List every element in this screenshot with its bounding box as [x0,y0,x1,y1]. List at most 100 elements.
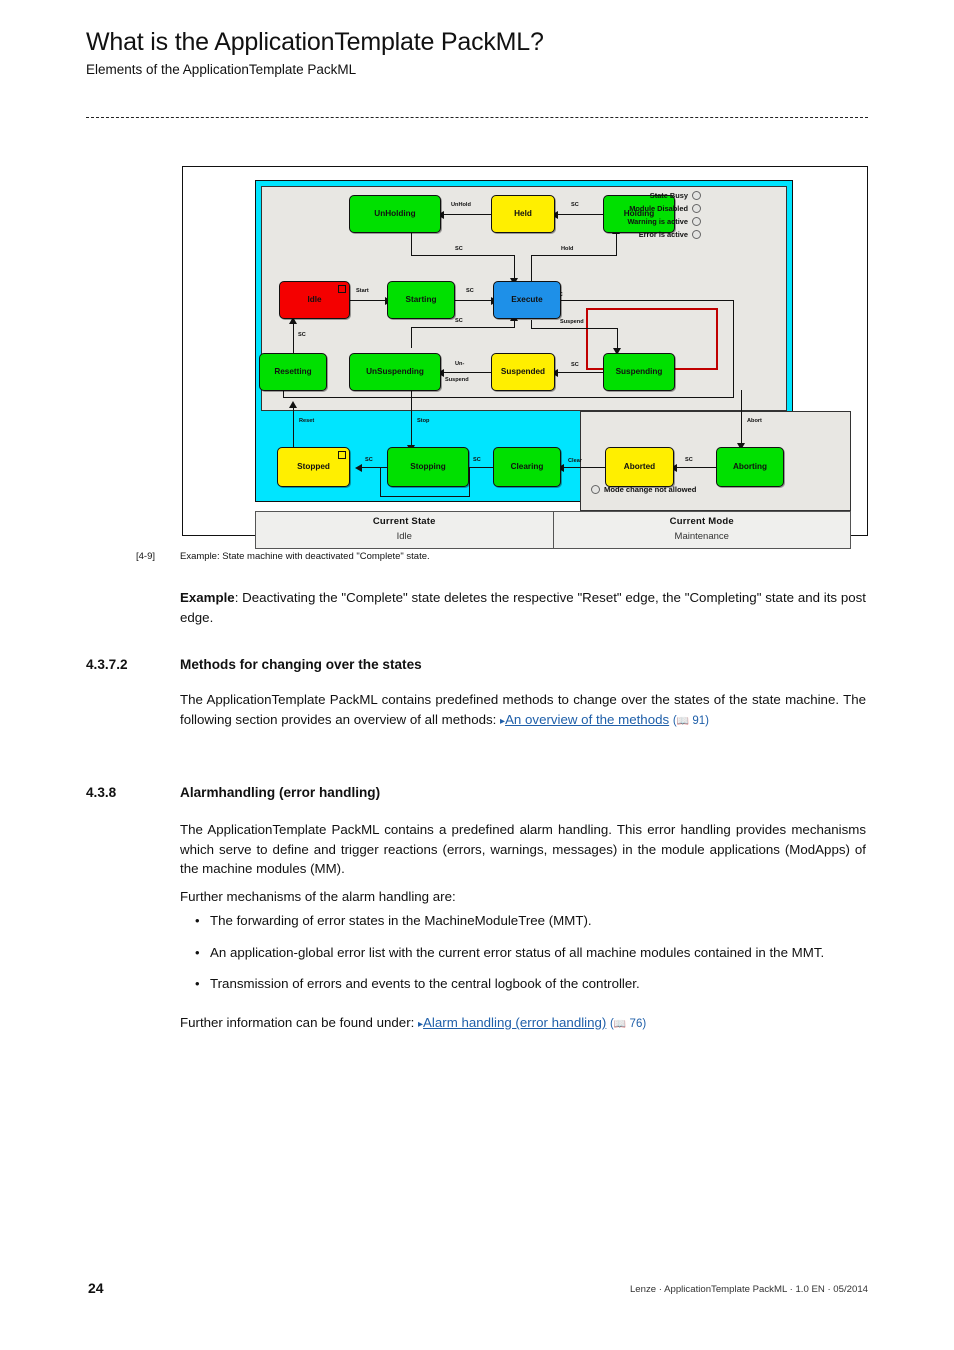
list-item: Transmission of errors and events to the… [192,974,866,994]
edge-unsuspending-execute-v1 [411,327,413,348]
edge-aborting-aborted [674,467,716,469]
edge-label-sc-resetting-idle: SC [298,332,306,338]
edge-execute-right-h [531,300,734,302]
header-divider [86,117,868,118]
page-ref-methods-number: 91 [692,714,706,727]
edge-label-un: Un- [455,361,465,367]
edge-stopping-stopped [359,467,387,469]
edge-unholding-execute-v1 [411,233,413,255]
state-label-idle: Idle [307,294,322,304]
section-number-alarm: 4.3.8 [86,785,117,800]
status-lamp-list: State Busy Module Disabled Warning is ac… [581,189,701,241]
state-box-clearing[interactable]: Clearing [493,447,561,487]
status-value-current-mode: Maintenance [674,530,729,542]
state-label-resetting: Resetting [274,366,312,376]
edge-aborted-clearing [561,467,605,469]
edge-label-unhold: UnHold [451,202,471,208]
link-overview-of-methods[interactable]: An overview of the methods [505,712,669,727]
state-label-unholding: UnHolding [374,208,416,218]
page-ref-alarm: (📖 76) [610,1018,647,1030]
state-label-held: Held [514,208,532,218]
mode-change-label: Mode change not allowed [604,485,697,494]
state-box-execute[interactable]: Execute [493,281,561,319]
section-title-alarm: Alarmhandling (error handling) [180,785,381,800]
edge-execute-return-v [283,390,285,398]
figure-caption-text: Example: State machine with deactivated … [180,551,430,562]
status-lamp-row: Error is active [581,228,701,241]
footer-page-number: 24 [88,1280,104,1296]
edge-label-sc-aborting-aborted: SC [685,457,693,463]
state-box-suspending[interactable]: Suspending [603,353,675,391]
edge-unholding-execute-h [411,255,515,257]
edge-label-sc-starting-execute: SC [466,288,474,294]
status-lamp-row: Module Disabled [581,202,701,215]
edge-abort-v [741,390,743,445]
edge-stopped-resetting [293,407,295,451]
state-box-stopped[interactable]: Stopped [277,447,350,487]
state-marker-stopped [338,451,346,459]
alarm-paragraph-3: Further information can be found under: … [180,1013,866,1035]
edge-label-suspend2: Suspend [445,377,469,383]
edge-starting-execute [455,300,493,302]
status-head-current-mode: Current Mode [669,516,734,528]
lamp-indicator-warning-active [692,217,701,226]
state-box-unholding[interactable]: UnHolding [349,195,441,233]
lamp-indicator-error-active [692,230,701,239]
example-paragraph: Example: Deactivating the "Complete" sta… [180,588,866,627]
state-box-aborting[interactable]: Aborting [716,447,784,487]
state-label-suspended: Suspended [500,366,546,376]
state-box-stopping[interactable]: Stopping [387,447,469,487]
edge-label-start: Start [356,288,369,294]
state-box-starting[interactable]: Starting [387,281,455,319]
edge-label-clear: Clear [568,458,582,464]
document-page: What is the ApplicationTemplate PackML? … [0,0,954,1350]
state-box-held[interactable]: Held [491,195,555,233]
page-subtitle: Elements of the ApplicationTemplate Pack… [86,62,357,77]
edge-execute-right-v [733,300,735,398]
state-box-idle[interactable]: Idle [279,281,350,319]
edge-clearing-loop-v1 [469,467,471,497]
edge-unsuspending-execute-h [411,327,515,329]
status-cell-current-mode: Current Mode Maintenance [552,512,851,548]
state-label-suspending: Suspending [615,366,663,376]
state-box-aborted[interactable]: Aborted [605,447,674,487]
edge-unholding-execute-v2 [514,255,516,280]
figure-caption-number: [4-9] [136,551,156,562]
state-box-suspended[interactable]: Suspended [491,353,555,391]
page-ref-methods: (📖 91) [672,714,709,727]
state-machine-figure: UnHold SC SC Hold Start SC SC SC Suspend… [182,166,868,549]
state-box-resetting[interactable]: Resetting [259,353,327,391]
edge-label-suspend: Suspend [560,319,584,325]
edge-held-unholding [441,214,491,216]
state-marker-idle [338,285,346,293]
state-label-unsuspending: UnSuspending [366,366,424,376]
edge-clearing-loop-top [469,467,493,469]
edge-idle-starting [350,300,387,302]
edge-label-reset: Reset [299,418,315,424]
state-label-aborted: Aborted [623,461,656,471]
edge-label-abort: Abort [747,418,762,424]
alarm-paragraph-2: Further mechanisms of the alarm handling… [180,889,456,904]
state-label-stopped: Stopped [297,461,330,471]
page-title: What is the ApplicationTemplate PackML? [86,28,544,56]
list-item: The forwarding of error states in the Ma… [192,911,866,931]
state-label-clearing: Clearing [510,461,544,471]
arrow-stopping-stopped [355,463,362,472]
status-head-current-state: Current State [372,516,436,528]
edge-label-sc-suspending-suspended: SC [571,362,579,368]
lamp-label-warning-active: Warning is active [627,217,688,226]
status-value-current-state: Idle [396,530,412,542]
list-item: An application-global error list with th… [192,943,866,963]
edge-label-sc-unholding-execute: SC [455,246,463,252]
status-lamp-row: Warning is active [581,215,701,228]
link-alarm-handling[interactable]: Alarm handling (error handling) [423,1015,606,1030]
edge-label-sc-stopping-stopped: SC [365,457,373,463]
state-label-starting: Starting [405,294,437,304]
mode-change-indicator: Mode change not allowed [591,485,696,494]
lamp-label-state-busy: State Busy [649,191,688,200]
state-box-unsuspending[interactable]: UnSuspending [349,353,441,391]
edge-clearing-loop-h [380,496,470,498]
book-icon: 📖 [613,1019,627,1030]
status-cell-current-state: Current State Idle [256,512,553,548]
edge-label-hold: Hold [561,246,574,252]
